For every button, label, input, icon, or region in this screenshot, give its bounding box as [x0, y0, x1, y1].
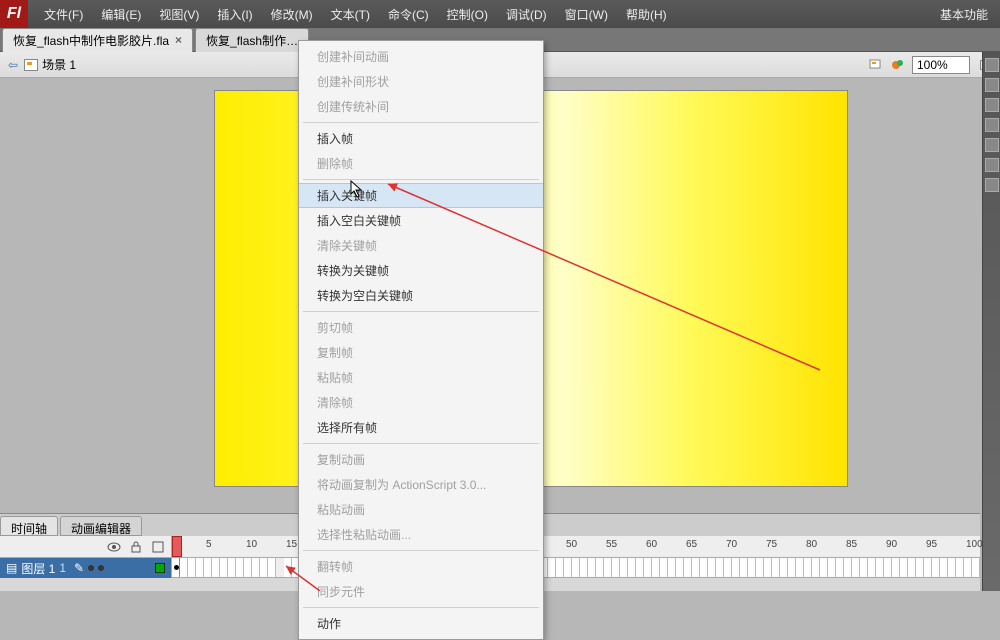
- menu-separator: [303, 550, 539, 551]
- doc-tab-label: 恢复_flash中制作电影胶片.fla: [13, 32, 169, 49]
- ctx-item: 粘贴动画: [299, 497, 543, 522]
- panel-chip-icon[interactable]: [985, 178, 999, 192]
- ruler-tick: 90: [886, 539, 897, 550]
- scene-icon: [24, 59, 38, 71]
- doc-tab-1[interactable]: 恢复_flash制作…: [195, 28, 309, 52]
- ctx-item: 将动画复制为 ActionScript 3.0...: [299, 472, 543, 497]
- ctx-item[interactable]: 动作: [299, 611, 543, 636]
- eye-icon[interactable]: [107, 540, 121, 554]
- layer-index: 1: [59, 561, 66, 575]
- edit-symbols-icon[interactable]: [890, 57, 906, 73]
- panel-chip-icon[interactable]: [985, 78, 999, 92]
- menu-edit[interactable]: 编辑(E): [93, 2, 149, 27]
- ruler-tick: 100: [966, 539, 983, 550]
- panel-chip-icon[interactable]: [985, 58, 999, 72]
- ruler-tick: 10: [246, 539, 257, 550]
- ctx-item[interactable]: 选择所有帧: [299, 415, 543, 440]
- pencil-icon: ✎: [74, 561, 84, 575]
- menu-modify[interactable]: 修改(M): [263, 2, 321, 27]
- ctx-item[interactable]: 插入关键帧: [299, 183, 543, 208]
- menu-help[interactable]: 帮助(H): [618, 2, 675, 27]
- lock-dot-icon[interactable]: [98, 565, 104, 571]
- menu-separator: [303, 179, 539, 180]
- visible-dot-icon[interactable]: [88, 565, 94, 571]
- ctx-item: 创建补间形状: [299, 69, 543, 94]
- ctx-item: 清除关键帧: [299, 233, 543, 258]
- playhead[interactable]: [172, 536, 182, 557]
- ctx-item: 删除帧: [299, 151, 543, 176]
- menu-separator: [303, 311, 539, 312]
- lock-icon[interactable]: [129, 540, 143, 554]
- ruler-tick: 95: [926, 539, 937, 550]
- context-menu: 创建补间动画创建补间形状创建传统补间插入帧删除帧插入关键帧插入空白关键帧清除关键…: [298, 40, 544, 640]
- ctx-item: 复制帧: [299, 340, 543, 365]
- close-icon[interactable]: ×: [175, 33, 182, 47]
- keyframe[interactable]: [172, 558, 180, 577]
- menu-separator: [303, 122, 539, 123]
- ctx-item: 复制动画: [299, 447, 543, 472]
- ctx-item: 剪切帧: [299, 315, 543, 340]
- zoom-input[interactable]: [912, 56, 970, 74]
- panel-chip-icon[interactable]: [985, 98, 999, 112]
- ctx-item: 创建传统补间: [299, 94, 543, 119]
- layer-page-icon: ▤: [6, 561, 17, 575]
- back-arrow-icon[interactable]: ⇦: [8, 58, 18, 72]
- edit-scene-icon[interactable]: [868, 57, 884, 73]
- outline-color-icon[interactable]: [155, 563, 165, 573]
- menu-insert[interactable]: 插入(I): [209, 2, 260, 27]
- ruler-tick: 65: [686, 539, 697, 550]
- layer-name[interactable]: ▤ 图层 1 1 ✎: [0, 558, 172, 578]
- menu-file[interactable]: 文件(F): [36, 2, 91, 27]
- layer-label: 图层 1: [21, 560, 55, 577]
- menu-debug[interactable]: 调试(D): [498, 2, 555, 27]
- ctx-item[interactable]: 转换为关键帧: [299, 258, 543, 283]
- tab-motion-editor[interactable]: 动画编辑器: [60, 516, 142, 536]
- frames-track[interactable]: [172, 558, 980, 578]
- menubar: 文件(F) 编辑(E) 视图(V) 插入(I) 修改(M) 文本(T) 命令(C…: [36, 2, 675, 27]
- ruler-tick: 75: [766, 539, 777, 550]
- right-panel-dock[interactable]: [982, 52, 1000, 591]
- workspace-switcher[interactable]: 基本功能: [928, 2, 1000, 27]
- menu-text[interactable]: 文本(T): [323, 2, 378, 27]
- panel-chip-icon[interactable]: [985, 138, 999, 152]
- frame-marker[interactable]: [276, 558, 284, 577]
- ctx-item[interactable]: 转换为空白关键帧: [299, 283, 543, 308]
- tab-timeline[interactable]: 时间轴: [0, 516, 58, 536]
- ctx-item[interactable]: 插入空白关键帧: [299, 208, 543, 233]
- app-topbar: Fl 文件(F) 编辑(E) 视图(V) 插入(I) 修改(M) 文本(T) 命…: [0, 0, 1000, 28]
- menu-control[interactable]: 控制(O): [439, 2, 496, 27]
- ctx-item: 选择性粘贴动画...: [299, 522, 543, 547]
- ctx-item: 同步元件: [299, 579, 543, 604]
- ruler-tick: 85: [846, 539, 857, 550]
- menu-separator: [303, 443, 539, 444]
- panel-chip-icon[interactable]: [985, 118, 999, 132]
- ruler-tick: 60: [646, 539, 657, 550]
- ruler-tick: 55: [606, 539, 617, 550]
- app-logo: Fl: [0, 0, 28, 28]
- ctx-item: 创建补间动画: [299, 44, 543, 69]
- menu-window[interactable]: 窗口(W): [557, 2, 616, 27]
- ctx-item[interactable]: 插入帧: [299, 126, 543, 151]
- scene-label[interactable]: 场景 1: [42, 56, 76, 73]
- ctx-item: 粘贴帧: [299, 365, 543, 390]
- menu-view[interactable]: 视图(V): [151, 2, 207, 27]
- menu-command[interactable]: 命令(C): [380, 2, 437, 27]
- ruler-tick: 15: [286, 539, 297, 550]
- ruler-tick: 50: [566, 539, 577, 550]
- menu-separator: [303, 607, 539, 608]
- outline-icon[interactable]: [151, 540, 165, 554]
- ctx-item: 清除帧: [299, 390, 543, 415]
- panel-chip-icon[interactable]: [985, 158, 999, 172]
- frame-ruler[interactable]: 5101520253035404550556065707580859095100: [172, 536, 980, 557]
- ruler-tick: 80: [806, 539, 817, 550]
- doc-tab-label: 恢复_flash制作…: [206, 32, 298, 49]
- ruler-tick: 70: [726, 539, 737, 550]
- ruler-tick: 5: [206, 539, 212, 550]
- doc-tab-0[interactable]: 恢复_flash中制作电影胶片.fla ×: [2, 28, 193, 52]
- ctx-item: 翻转帧: [299, 554, 543, 579]
